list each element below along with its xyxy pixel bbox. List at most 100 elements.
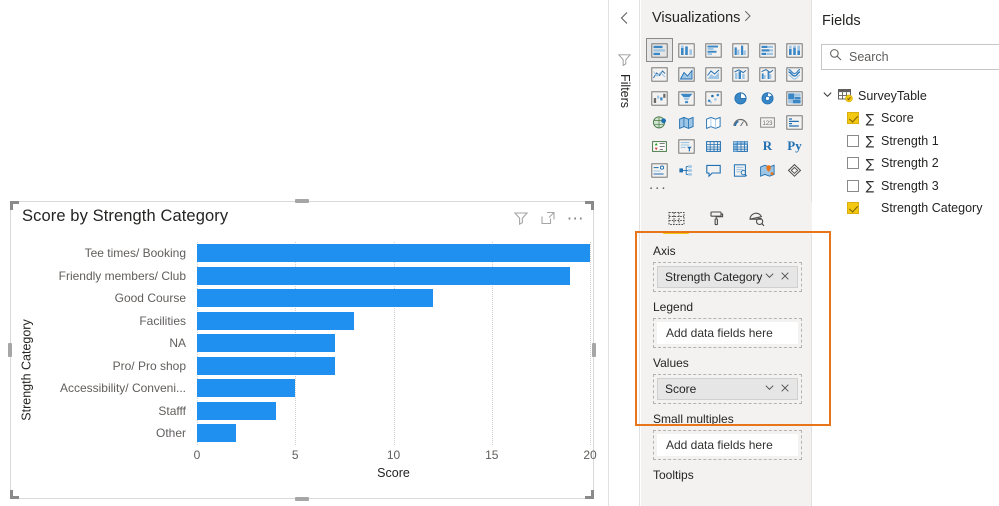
well-placeholder[interactable]: Add data fields here <box>657 322 798 344</box>
category-label[interactable]: NA <box>37 332 191 355</box>
bar[interactable] <box>197 266 571 285</box>
well-placeholder[interactable]: Add data fields here <box>657 434 798 456</box>
analytics-tab[interactable] <box>745 206 767 230</box>
bar[interactable] <box>197 401 276 420</box>
100-stacked-bar-chart-icon[interactable] <box>754 38 781 62</box>
bar-row[interactable] <box>197 310 590 333</box>
chevron-down-icon[interactable] <box>822 87 833 105</box>
stacked-bar-chart-icon[interactable] <box>646 38 673 62</box>
table-icon[interactable] <box>700 134 727 158</box>
field-item[interactable]: ∑Strength Category <box>812 197 999 220</box>
field-checkbox[interactable] <box>847 157 859 170</box>
bar-row[interactable] <box>197 422 590 445</box>
well-remove-icon[interactable] <box>780 270 793 284</box>
python-visual-icon[interactable]: Py <box>781 134 808 158</box>
q-and-a-icon[interactable] <box>700 158 727 182</box>
chevron-right-icon[interactable] <box>740 9 754 28</box>
well-dropzone-legend[interactable]: Add data fields here <box>653 318 802 348</box>
slicer-icon[interactable] <box>673 134 700 158</box>
bar-chart-visual[interactable]: Score by Strength Category ⋯ Strength Ca… <box>8 199 597 501</box>
donut-chart-icon[interactable] <box>754 86 781 110</box>
line-chart-icon[interactable] <box>646 62 673 86</box>
field-checkbox[interactable] <box>847 112 859 125</box>
report-canvas[interactable]: Score by Strength Category ⋯ Strength Ca… <box>0 0 608 506</box>
fields-table-surveytable[interactable]: SurveyTable <box>812 84 999 107</box>
waterfall-chart-icon[interactable] <box>646 86 673 110</box>
field-wells[interactable]: Axis Strength Category Legend Add data fiel… <box>641 236 812 486</box>
bar-row[interactable] <box>197 265 590 288</box>
shape-map-icon[interactable] <box>700 110 727 134</box>
clustered-bar-chart-icon[interactable] <box>700 38 727 62</box>
format-tab[interactable] <box>705 206 727 230</box>
bar[interactable] <box>197 311 355 330</box>
visualizations-tabs[interactable] <box>641 202 812 234</box>
more-visuals-icon[interactable]: ... <box>649 177 668 192</box>
treemap-icon[interactable] <box>781 86 808 110</box>
resize-handle-top-left[interactable] <box>10 201 19 210</box>
focus-mode-icon[interactable] <box>540 210 556 226</box>
fields-tree[interactable]: SurveyTable ∑ Score ∑ Strength 1 ∑ Strength 2… <box>812 84 999 220</box>
field-item[interactable]: ∑ Strength 3 <box>812 175 999 198</box>
bars-region[interactable] <box>197 242 591 445</box>
card-icon[interactable]: 123 <box>754 110 781 134</box>
fields-item-list[interactable]: ∑Score∑Strength 1∑Strength 2∑Strength 3∑… <box>812 107 999 220</box>
bar[interactable] <box>197 289 433 307</box>
line-clustered-column-chart-icon[interactable] <box>754 62 781 86</box>
pie-chart-icon[interactable] <box>727 86 754 110</box>
category-axis-labels[interactable]: Tee times/ Booking Friendly members/ Club… <box>37 242 191 445</box>
arcgis-map-icon[interactable] <box>754 158 781 182</box>
bar[interactable] <box>197 379 296 397</box>
category-label[interactable]: Stafff <box>37 400 191 423</box>
field-item[interactable]: ∑ Strength 1 <box>812 130 999 153</box>
field-checkbox[interactable] <box>847 202 859 215</box>
paginated-report-icon[interactable] <box>781 158 808 182</box>
decomposition-tree-icon[interactable] <box>673 158 700 182</box>
resize-handle-top-right[interactable] <box>585 201 594 210</box>
bar-row[interactable] <box>197 332 590 355</box>
well-chevron-down-icon[interactable] <box>764 270 780 284</box>
matrix-icon[interactable] <box>727 134 754 158</box>
field-checkbox[interactable] <box>847 134 859 147</box>
well-dropzone-small-multiples[interactable]: Add data fields here <box>653 430 802 460</box>
category-label[interactable]: Friendly members/ Club <box>37 265 191 288</box>
field-item[interactable]: ∑ Strength 2 <box>812 152 999 175</box>
area-chart-icon[interactable] <box>673 62 700 86</box>
fields-pane[interactable]: Fields Search SurveyTable ∑ Score ∑ Stre… <box>812 0 999 506</box>
field-item[interactable]: ∑ Score <box>812 107 999 130</box>
well-field-chip[interactable]: Strength Category <box>657 266 798 288</box>
clustered-column-chart-icon[interactable] <box>727 38 754 62</box>
smart-narrative-icon[interactable] <box>727 158 754 182</box>
well-dropzone-values[interactable]: Score <box>653 374 802 404</box>
bar[interactable] <box>197 244 590 262</box>
bar-row[interactable] <box>197 287 590 310</box>
category-label[interactable]: Accessibility/ Conveni... <box>37 377 191 400</box>
bar[interactable] <box>197 334 335 352</box>
well-field-chip[interactable]: Score <box>657 378 798 400</box>
kpi-icon[interactable] <box>646 134 673 158</box>
bar-row[interactable] <box>197 242 590 265</box>
100-stacked-column-chart-icon[interactable] <box>781 38 808 62</box>
bar[interactable] <box>197 424 237 442</box>
funnel-chart-icon[interactable] <box>673 86 700 110</box>
category-label[interactable]: Facilities <box>37 310 191 333</box>
multi-row-card-icon[interactable] <box>781 110 808 134</box>
category-label[interactable]: Pro/ Pro shop <box>37 355 191 378</box>
scatter-chart-icon[interactable] <box>700 86 727 110</box>
well-remove-icon[interactable] <box>780 382 793 396</box>
filled-map-icon[interactable] <box>673 110 700 134</box>
visualization-type-gallery[interactable]: 123 R Py <box>646 38 808 182</box>
bar-row[interactable] <box>197 355 590 378</box>
bar-row[interactable] <box>197 400 590 423</box>
more-options-icon[interactable]: ⋯ <box>567 210 585 227</box>
stacked-area-chart-icon[interactable] <box>700 62 727 86</box>
fields-tab[interactable] <box>663 206 689 234</box>
category-label[interactable]: Tee times/ Booking <box>37 242 191 265</box>
visualizations-pane[interactable]: Visualizations 123 R Py ... Axis Strengt… <box>641 0 812 506</box>
resize-handle-top[interactable] <box>295 199 309 203</box>
filters-pane-collapsed[interactable]: Filters <box>608 0 640 506</box>
ribbon-chart-icon[interactable] <box>781 62 808 86</box>
stacked-column-chart-icon[interactable] <box>673 38 700 62</box>
gauge-icon[interactable] <box>727 110 754 134</box>
map-icon[interactable] <box>646 110 673 134</box>
well-chevron-down-icon[interactable] <box>764 382 780 396</box>
